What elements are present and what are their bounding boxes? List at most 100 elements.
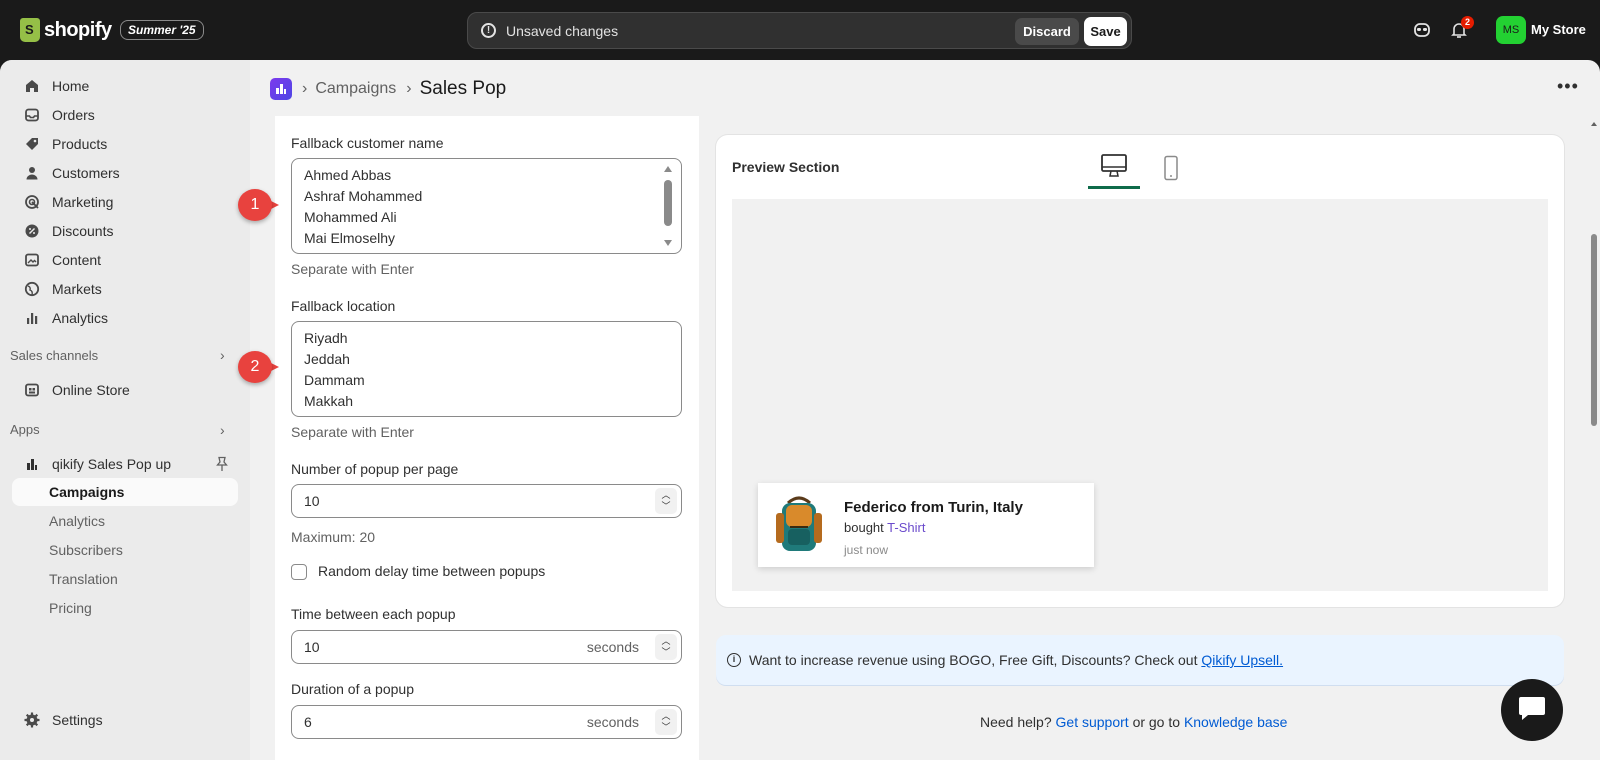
mobile-icon <box>1163 155 1179 184</box>
sidebar-item-subscribers[interactable]: Subscribers <box>12 536 238 564</box>
sidebar-item-label: Subscribers <box>49 542 123 558</box>
input-suffix: seconds <box>586 639 639 655</box>
qikify-app-icon <box>24 456 40 472</box>
discard-button[interactable]: Discard <box>1015 18 1079 45</box>
popup-product-link[interactable]: T-Shirt <box>887 520 925 535</box>
home-icon <box>24 78 40 94</box>
qikify-app-icon[interactable] <box>270 78 292 100</box>
fallback-name-textarea[interactable]: Ahmed Abbas Ashraf Mohammed Mohammed Ali… <box>291 158 682 254</box>
banner-message: Want to increase revenue using BOGO, Fre… <box>749 652 1198 668</box>
fallback-name-help: Separate with Enter <box>291 261 414 277</box>
sidebar-item-markets[interactable]: Markets <box>12 275 238 303</box>
chat-icon <box>1516 695 1548 726</box>
textarea-line: Mohammed Ali <box>304 209 397 225</box>
store-icon <box>24 382 40 398</box>
quantity-stepper[interactable]: ︿ ﹀ <box>655 634 677 660</box>
stepper-up-icon[interactable]: ︿ <box>661 636 670 647</box>
input-value: 6 <box>304 714 312 730</box>
sidebar-item-orders[interactable]: Orders <box>12 101 238 129</box>
get-support-link[interactable]: Get support <box>1056 714 1129 730</box>
sidebar-item-label: Settings <box>52 712 103 728</box>
sidebar-item-translation[interactable]: Translation <box>12 565 238 593</box>
sidebar-item-label: Content <box>52 252 102 268</box>
breadcrumb: › Campaigns › Sales Pop <box>270 78 506 100</box>
store-name[interactable]: My Store <box>1531 22 1586 37</box>
chevron-right-icon[interactable]: › <box>220 347 225 363</box>
sales-popup-preview[interactable]: Federico from Turin, Italy bought T-Shir… <box>758 483 1094 567</box>
sidebar-item-settings[interactable]: Settings <box>12 706 238 734</box>
sidebar-item-analytics[interactable]: Analytics <box>12 304 238 332</box>
textarea-line: Ashraf Mohammed <box>304 188 423 204</box>
apps-header[interactable]: Apps <box>10 422 40 437</box>
bar-chart-icon <box>24 310 40 326</box>
textarea-line: Makkah <box>304 393 354 409</box>
sidebar-item-content[interactable]: Content <box>12 246 238 274</box>
mobile-preview-tab[interactable] <box>1145 149 1197 189</box>
duration-input[interactable]: 6 seconds ︿ ﹀ <box>291 705 682 739</box>
chevron-right-icon[interactable]: › <box>220 422 225 438</box>
desktop-preview-tab[interactable] <box>1088 149 1140 189</box>
notification-badge: 2 <box>1461 16 1474 29</box>
shopify-bag-icon <box>20 18 40 42</box>
popup-bought-text: bought <box>844 520 884 535</box>
popup-per-page-help: Maximum: 20 <box>291 529 376 545</box>
sidebar-item-app-analytics[interactable]: Analytics <box>12 507 238 535</box>
sidebar-item-pricing[interactable]: Pricing <box>12 594 238 622</box>
sidebar-item-label: Discounts <box>52 223 114 239</box>
info-banner-text: Want to increase revenue using BOGO, Fre… <box>749 652 1283 668</box>
shopify-logo[interactable]: shopify <box>20 18 112 42</box>
tag-icon <box>24 136 40 152</box>
scroll-thumb[interactable] <box>1591 234 1597 426</box>
sidebar-item-customers[interactable]: Customers <box>12 159 238 187</box>
gear-icon <box>24 712 40 728</box>
sidebar-item-label: Orders <box>52 107 95 123</box>
qikify-upsell-link[interactable]: Qikify Upsell. <box>1201 652 1283 668</box>
scroll-thumb[interactable] <box>664 180 672 226</box>
time-between-label: Time between each popup <box>291 606 456 622</box>
stepper-up-icon[interactable]: ︿ <box>661 711 670 722</box>
input-value: 10 <box>304 639 320 655</box>
random-delay-label[interactable]: Random delay time between popups <box>318 563 545 579</box>
inbox-icon <box>24 107 40 123</box>
brand-name: shopify <box>44 18 112 41</box>
stepper-up-icon[interactable]: ︿ <box>661 490 670 501</box>
sidebar-item-marketing[interactable]: Marketing <box>12 188 238 216</box>
help-prefix: Need help? <box>980 714 1052 730</box>
pin-icon[interactable] <box>215 456 229 475</box>
popup-title: Federico from Turin, Italy <box>844 499 1023 516</box>
save-button[interactable]: Save <box>1084 17 1127 46</box>
stepper-down-icon[interactable]: ﹀ <box>661 722 670 733</box>
input-suffix: seconds <box>586 714 639 730</box>
desktop-icon <box>1100 153 1128 182</box>
popup-per-page-input[interactable]: 10 ︿ ﹀ <box>291 484 682 518</box>
sidebar-item-home[interactable]: Home <box>12 72 238 100</box>
preview-card: Preview Section Federico from Turin, Ita… <box>716 135 1564 607</box>
sales-channels-header[interactable]: Sales channels <box>10 348 98 363</box>
sidebar-item-campaigns[interactable]: Campaigns <box>12 478 238 506</box>
sidebar-item-qikify-app[interactable]: qikify Sales Pop up <box>12 450 238 478</box>
stepper-down-icon[interactable]: ﹀ <box>661 647 670 658</box>
knowledge-base-link[interactable]: Knowledge base <box>1184 714 1288 730</box>
sidebar-item-online-store[interactable]: Online Store <box>12 376 238 404</box>
more-actions-icon[interactable]: ••• <box>1557 76 1579 97</box>
fallback-location-textarea[interactable]: Riyadh Jeddah Dammam Makkah <box>291 321 682 417</box>
sidebar-item-discounts[interactable]: Discounts <box>12 217 238 245</box>
time-between-input[interactable]: 10 seconds ︿ ﹀ <box>291 630 682 664</box>
avatar[interactable]: MS <box>1496 16 1526 44</box>
breadcrumb-campaigns-link[interactable]: Campaigns <box>315 80 396 98</box>
stepper-down-icon[interactable]: ﹀ <box>661 501 670 512</box>
random-delay-checkbox[interactable] <box>291 564 307 580</box>
quantity-stepper[interactable]: ︿ ﹀ <box>655 488 677 514</box>
chat-button[interactable] <box>1501 679 1563 741</box>
annotation-marker-1: 1 <box>238 189 280 221</box>
marker-number: 1 <box>238 189 272 221</box>
textarea-scrollbar[interactable] <box>663 165 673 247</box>
preview-canvas: Federico from Turin, Italy bought T-Shir… <box>732 199 1548 591</box>
sidekick-icon[interactable] <box>1412 20 1432 40</box>
textarea-line: Dammam <box>304 372 365 388</box>
breadcrumb-separator: › <box>406 80 412 97</box>
quantity-stepper[interactable]: ︿ ﹀ <box>655 709 677 735</box>
page-scrollbar[interactable] <box>1588 116 1600 760</box>
sidebar-item-products[interactable]: Products <box>12 130 238 158</box>
fallback-location-label: Fallback location <box>291 298 396 314</box>
